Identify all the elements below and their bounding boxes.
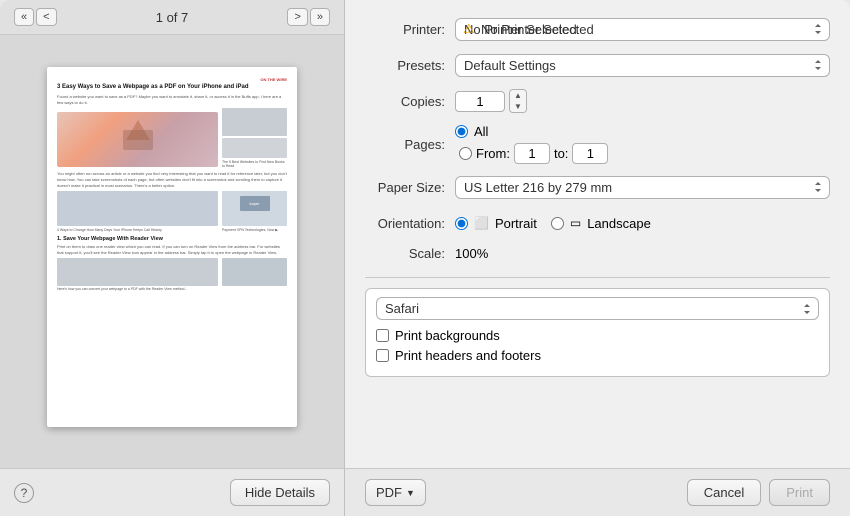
print-backgrounds-checkbox[interactable] bbox=[376, 329, 389, 342]
pdf-chevron-icon: ▼ bbox=[406, 488, 415, 498]
landscape-row: ▭ Landscape bbox=[551, 216, 651, 231]
pdf-button[interactable]: PDF ▼ bbox=[365, 479, 426, 506]
last-page-button[interactable]: » bbox=[310, 8, 330, 26]
cancel-button[interactable]: Cancel bbox=[687, 479, 761, 506]
print-backgrounds-row: Print backgrounds bbox=[376, 328, 819, 343]
print-headers-footers-label: Print headers and footers bbox=[395, 348, 541, 363]
presets-select[interactable]: Default Settings bbox=[455, 54, 830, 77]
print-headers-footers-checkbox[interactable] bbox=[376, 349, 389, 362]
page-indicator: 1 of 7 bbox=[156, 10, 189, 25]
copies-stepper: ▲ ▼ bbox=[509, 89, 527, 113]
copies-increment[interactable]: ▲ bbox=[510, 90, 526, 101]
portrait-radio[interactable] bbox=[455, 217, 468, 230]
thumbnail-image2 bbox=[57, 191, 218, 226]
thumbnail-body1: Found a website you want to save as a PD… bbox=[57, 94, 287, 105]
landscape-radio[interactable] bbox=[551, 217, 564, 230]
print-button[interactable]: Print bbox=[769, 479, 830, 506]
thumbnail-caption3: Payment VPN Technologies, Now ▶ bbox=[222, 228, 287, 232]
pages-all-label: All bbox=[474, 124, 488, 139]
thumbnail-caption2: 4 Ways to Change How Many Days Your iPho… bbox=[57, 228, 218, 232]
thumbnail-section1-body: Print on them to draw one reader view wh… bbox=[57, 244, 287, 255]
next-page-button[interactable]: > bbox=[287, 8, 307, 26]
pages-control: All From: to: bbox=[455, 124, 830, 164]
pages-all-radio[interactable] bbox=[455, 125, 468, 138]
safari-select[interactable]: Safari bbox=[376, 297, 819, 320]
pages-to-input[interactable] bbox=[572, 143, 608, 164]
presets-row: Presets: Default Settings bbox=[365, 52, 830, 78]
paper-size-label: Paper Size: bbox=[365, 180, 455, 195]
thumbnail-image4 bbox=[222, 258, 287, 286]
printer-control: No Printer Selected ⚠ No Printer Selecte… bbox=[455, 18, 830, 41]
hide-details-button[interactable]: Hide Details bbox=[230, 479, 330, 506]
portrait-row: ⬜ Portrait bbox=[455, 216, 537, 231]
presets-control: Default Settings bbox=[455, 54, 830, 77]
copies-decrement[interactable]: ▼ bbox=[510, 101, 526, 112]
thumbnail-caption4: Here's how you can convert your webpage … bbox=[57, 287, 218, 291]
bottom-left-section: ? Hide Details bbox=[0, 469, 345, 516]
printer-select[interactable]: No Printer Selected bbox=[455, 18, 830, 41]
paper-size-row: Paper Size: US Letter 216 by 279 mm bbox=[365, 174, 830, 200]
thumbnail-side-image1 bbox=[222, 108, 287, 136]
nav-buttons-left: « < bbox=[14, 8, 57, 26]
thumbnail-body2: You might often run across an article or… bbox=[57, 171, 287, 188]
pdf-label: PDF bbox=[376, 485, 402, 500]
pages-range-row: From: to: bbox=[459, 143, 830, 164]
settings-panel: Printer: No Printer Selected ⚠ No Printe… bbox=[345, 0, 850, 468]
scale-value: 100% bbox=[455, 246, 488, 261]
landscape-icon: ▭ bbox=[570, 216, 581, 230]
thumbnail-side-caption1: The 5 Best Websites to Find New Books to… bbox=[222, 160, 287, 168]
portrait-label: Portrait bbox=[495, 216, 537, 231]
preview-panel: « < 1 of 7 > » ON THE WIRE 3 Easy Ways t… bbox=[0, 0, 345, 468]
copies-row: Copies: ▲ ▼ bbox=[365, 88, 830, 114]
pages-from-radio[interactable] bbox=[459, 147, 472, 160]
copies-control: ▲ ▼ bbox=[455, 89, 830, 113]
settings-divider bbox=[365, 277, 830, 278]
print-dialog: « < 1 of 7 > » ON THE WIRE 3 Easy Ways t… bbox=[0, 0, 850, 516]
pages-label: Pages: bbox=[365, 137, 455, 152]
printer-label: Printer: bbox=[365, 22, 455, 37]
orientation-label: Orientation: bbox=[365, 216, 455, 231]
thumbnail-side-image2 bbox=[222, 138, 287, 158]
safari-select-row: Safari bbox=[376, 297, 819, 320]
dialog-body: « < 1 of 7 > » ON THE WIRE 3 Easy Ways t… bbox=[0, 0, 850, 468]
first-page-button[interactable]: « bbox=[14, 8, 34, 26]
thumbnail-section1: 1. Save Your Webpage With Reader View bbox=[57, 236, 287, 242]
thumbnail-side-image3: kaper bbox=[222, 191, 287, 226]
pages-row: Pages: All From: to: bbox=[365, 124, 830, 164]
presets-label: Presets: bbox=[365, 58, 455, 73]
preview-nav: « < 1 of 7 > » bbox=[0, 0, 344, 35]
preview-area: ON THE WIRE 3 Easy Ways to Save a Webpag… bbox=[37, 35, 307, 458]
thumbnail-image3 bbox=[57, 258, 218, 286]
paper-size-control: US Letter 216 by 279 mm bbox=[455, 176, 830, 199]
portrait-icon: ⬜ bbox=[474, 216, 489, 230]
copies-label: Copies: bbox=[365, 94, 455, 109]
pages-from-input[interactable] bbox=[514, 143, 550, 164]
safari-section: Safari Print backgrounds Print headers a… bbox=[365, 288, 830, 377]
pages-from-label: From: bbox=[476, 146, 510, 161]
print-backgrounds-label: Print backgrounds bbox=[395, 328, 500, 343]
bottom-bar: ? Hide Details PDF ▼ Cancel Print bbox=[0, 468, 850, 516]
thumbnail-title: 3 Easy Ways to Save a Webpage as a PDF o… bbox=[57, 84, 287, 92]
action-buttons: Cancel Print bbox=[687, 479, 830, 506]
nav-buttons-right: > » bbox=[287, 8, 330, 26]
orientation-row: Orientation: ⬜ Portrait ▭ Landscape bbox=[365, 210, 830, 236]
bottom-right-section: PDF ▼ Cancel Print bbox=[345, 469, 850, 516]
pages-to-label: to: bbox=[554, 146, 568, 161]
scale-label: Scale: bbox=[365, 246, 455, 261]
copies-input[interactable] bbox=[455, 91, 505, 112]
landscape-label: Landscape bbox=[587, 216, 651, 231]
on-the-wire-label: ON THE WIRE bbox=[260, 77, 287, 82]
help-button[interactable]: ? bbox=[14, 483, 34, 503]
orientation-control: ⬜ Portrait ▭ Landscape bbox=[455, 216, 830, 231]
scale-row: Scale: 100% bbox=[365, 246, 830, 261]
printer-row: Printer: No Printer Selected ⚠ No Printe… bbox=[365, 16, 830, 42]
page-thumbnail: ON THE WIRE 3 Easy Ways to Save a Webpag… bbox=[47, 67, 297, 427]
print-headers-row: Print headers and footers bbox=[376, 348, 819, 363]
prev-page-button[interactable]: < bbox=[36, 8, 56, 26]
pages-all-row: All bbox=[455, 124, 830, 139]
paper-size-select[interactable]: US Letter 216 by 279 mm bbox=[455, 176, 830, 199]
thumbnail-main-image bbox=[57, 112, 218, 167]
